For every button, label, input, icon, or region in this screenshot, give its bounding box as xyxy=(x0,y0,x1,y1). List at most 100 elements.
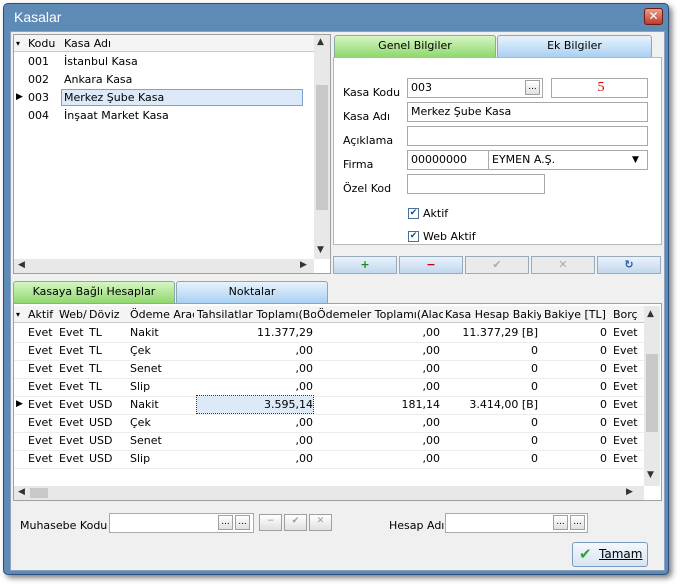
tab-ek-bilgiler[interactable]: Ek Bilgiler xyxy=(497,35,652,57)
kasa-kodu-cell: 001 xyxy=(28,55,49,68)
muhasebe-lookup2-button[interactable]: ... xyxy=(235,515,250,530)
account-cell-odeme: Senet xyxy=(130,434,162,447)
chevron-down-icon[interactable]: ▼ xyxy=(632,151,639,169)
column-chooser-icon[interactable]: ▾ xyxy=(16,35,26,52)
account-cell-bakiye-tl: 0 xyxy=(600,380,607,393)
column-header-aktif[interactable]: Aktif xyxy=(28,306,58,323)
column-header-odemeler[interactable]: Ödemeler Toplamı(Alacak) xyxy=(317,306,443,323)
account-row[interactable]: ▶ Evet Evet USD Nakit 3.595,14 181,14 3.414,00 … xyxy=(14,395,644,415)
account-cell-kasa-bakiye: 0 xyxy=(531,452,538,465)
account-cell-aktif: Evet xyxy=(28,452,53,465)
account-cell-borc: Evet xyxy=(613,380,638,393)
column-header-bakiye-tl[interactable]: Bakiye [TL] xyxy=(544,306,610,323)
account-cell-aktif: Evet xyxy=(28,362,53,375)
confirm-button[interactable]: ✔ xyxy=(465,256,529,274)
column-header-borc[interactable]: Borç xyxy=(613,306,643,323)
muhasebe-lookup-button[interactable]: ... xyxy=(218,515,233,530)
account-row[interactable]: Evet Evet USD Slip ,00 ,00 0 0 Evet xyxy=(14,450,644,469)
scroll-left-icon[interactable]: ◀ xyxy=(18,260,25,270)
scroll-left-icon[interactable]: ◀ xyxy=(18,487,25,497)
add-button[interactable]: + xyxy=(333,256,397,274)
aciklama-field[interactable] xyxy=(407,126,648,146)
tab-genel-bilgiler[interactable]: Genel Bilgiler xyxy=(334,35,496,57)
account-cell-kasa-bakiye: 3.414,00 [B] xyxy=(469,398,538,411)
scroll-right-icon[interactable]: ▶ xyxy=(300,260,307,270)
kasa-list-vscroll[interactable]: ▲ ▼ xyxy=(314,35,330,259)
account-cell-odemeler: ,00 xyxy=(422,362,441,375)
plus-icon: + xyxy=(360,258,370,271)
scroll-down-icon[interactable]: ▼ xyxy=(647,470,654,480)
column-header-doviz[interactable]: Döviz xyxy=(89,306,129,323)
kasa-kodu-lookup-button[interactable]: ... xyxy=(525,80,540,95)
muhasebe-check-button[interactable]: ✔ xyxy=(284,514,307,531)
account-row[interactable]: Evet Evet USD Senet ,00 ,00 0 0 Evet xyxy=(14,432,644,451)
ozel-kod-field[interactable] xyxy=(407,174,545,194)
scroll-up-icon[interactable]: ▲ xyxy=(317,37,324,47)
kasa-adi-field[interactable]: Merkez Şube Kasa xyxy=(407,102,648,122)
ellipsis-icon: ... xyxy=(556,517,565,527)
hesap-lookup2-button[interactable]: ... xyxy=(570,515,585,530)
scroll-thumb[interactable] xyxy=(316,85,328,210)
accounts-hscroll[interactable]: ◀ ▶ xyxy=(14,486,644,500)
kasa-list-hscroll[interactable]: ◀ ▶ xyxy=(14,259,314,273)
account-cell-borc: Evet xyxy=(613,362,638,375)
kasa-list-grid: ▾ Kodu Kasa Adı 001 İstanbul Kasa 002 Ankar… xyxy=(13,34,331,274)
kasa-list-row[interactable]: ▶ 003 Merkez Şube Kasa xyxy=(14,89,314,107)
account-row[interactable]: Evet Evet USD Çek ,00 ,00 0 0 Evet xyxy=(14,414,644,433)
refresh-button[interactable]: ↻ xyxy=(597,256,661,274)
delete-button[interactable]: − xyxy=(399,256,463,274)
current-row-indicator-icon: ▶ xyxy=(16,399,23,409)
cancel-button[interactable]: ✕ xyxy=(531,256,595,274)
account-row[interactable]: Evet Evet TL Çek ,00 ,00 0 0 Evet xyxy=(14,342,644,361)
accounts-grid: ▾ Aktif Web/ Döviz Ödeme Aracı Tahsilatl… xyxy=(13,303,662,501)
scroll-down-icon[interactable]: ▼ xyxy=(317,245,324,255)
kasa-kodu-field[interactable]: 003 ... xyxy=(407,78,543,98)
scroll-right-icon[interactable]: ▶ xyxy=(626,487,633,497)
muhasebe-minus-button[interactable]: − xyxy=(259,514,282,531)
ozel-kod-label: Özel Kod xyxy=(343,182,392,195)
genel-bilgiler-panel: Kasa Kodu 003 ... 5 Kasa Adı Merkez Şube… xyxy=(333,57,662,245)
column-header-kodu[interactable]: Kodu xyxy=(28,35,62,52)
window-title: Kasalar xyxy=(14,9,62,25)
column-chooser-icon[interactable]: ▾ xyxy=(16,306,26,323)
account-cell-bakiye-tl: 0 xyxy=(600,452,607,465)
column-header-tahsilat[interactable]: Tahsilatlar Toplamı(Borç) xyxy=(197,306,316,323)
tab-noktalar[interactable]: Noktalar xyxy=(176,281,328,303)
current-row-indicator-icon: ▶ xyxy=(16,92,23,102)
column-header-kasa-adi[interactable]: Kasa Adı xyxy=(64,35,264,52)
kasa-list-row[interactable]: 004 İnşaat Market Kasa xyxy=(14,107,314,125)
web-aktif-checkbox[interactable]: ✔ xyxy=(408,231,419,242)
account-row[interactable]: Evet Evet TL Nakit 11.377,29 ,00 11.377,29 [B]… xyxy=(14,324,644,343)
kasa-list-row[interactable]: 002 Ankara Kasa xyxy=(14,71,314,89)
tab-kasaya-bagli-hesaplar[interactable]: Kasaya Bağlı Hesaplar xyxy=(13,281,175,303)
account-cell-borc: Evet xyxy=(613,416,638,429)
hesap-adi-field[interactable]: ... ... xyxy=(445,513,588,533)
muhasebe-cancel-button[interactable]: ✕ xyxy=(309,514,332,531)
hesap-lookup-button[interactable]: ... xyxy=(553,515,568,530)
kasa-adi-value: Merkez Şube Kasa xyxy=(411,105,512,118)
account-cell-odeme: Senet xyxy=(130,362,162,375)
account-cell-aktif: Evet xyxy=(28,326,53,339)
accounts-vscroll[interactable]: ▲ ▼ xyxy=(644,306,660,486)
kasa-counter-value: 5 xyxy=(597,80,605,95)
scroll-thumb[interactable] xyxy=(30,488,48,498)
account-row[interactable]: Evet Evet TL Slip ,00 ,00 0 0 Evet xyxy=(14,378,644,397)
kasa-list-row[interactable]: 001 İstanbul Kasa xyxy=(14,53,314,71)
account-cell-web: Evet xyxy=(59,344,84,357)
scroll-up-icon[interactable]: ▲ xyxy=(647,309,654,319)
title-bar[interactable]: Kasalar ✕ xyxy=(4,4,668,30)
tamam-button[interactable]: ✔ Tamam xyxy=(572,542,648,567)
aktif-checkbox[interactable]: ✔ xyxy=(408,208,419,219)
column-header-kasa-bakiye[interactable]: Kasa Hesap Bakiye xyxy=(445,306,541,323)
firma-select[interactable]: 00000000 EYMEN A.Ş. ▼ xyxy=(407,150,648,170)
account-row[interactable]: Evet Evet TL Senet ,00 ,00 0 0 Evet xyxy=(14,360,644,379)
muhasebe-kodu-field[interactable]: ... ... xyxy=(109,513,254,533)
column-header-odeme-araci[interactable]: Ödeme Aracı xyxy=(130,306,194,323)
scroll-thumb[interactable] xyxy=(646,354,658,432)
account-cell-tahsilat: ,00 xyxy=(295,416,314,429)
account-cell-aktif: Evet xyxy=(28,434,53,447)
account-cell-doviz: TL xyxy=(89,380,102,393)
column-header-web[interactable]: Web/ xyxy=(59,306,87,323)
minus-icon: − xyxy=(266,516,275,526)
close-button[interactable]: ✕ xyxy=(644,8,663,25)
